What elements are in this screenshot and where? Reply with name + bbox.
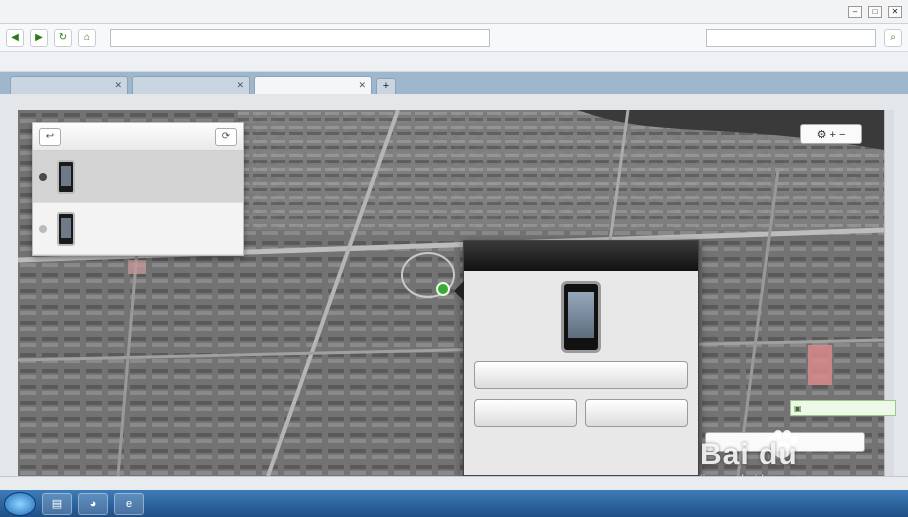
favorites-bar <box>0 52 908 72</box>
qq-penguin-icon[interactable]: ◕ <box>78 492 108 515</box>
page-scrollbar[interactable] <box>884 110 894 476</box>
maximize-icon[interactable]: □ <box>868 5 882 18</box>
online-status-icon <box>39 172 47 181</box>
ie-browser-icon[interactable]: e <box>114 492 144 515</box>
browser-statusbar <box>0 476 908 490</box>
iphone-icon <box>57 211 75 246</box>
navigation-bar: ◀ ▶ ↻ ⌂ ⌕ <box>0 24 908 52</box>
browser-tab[interactable]: ✕ <box>132 76 250 94</box>
minimize-icon[interactable]: – <box>848 5 862 18</box>
chat-notification[interactable]: ▣ <box>790 400 896 416</box>
location-pin-icon[interactable] <box>436 282 450 296</box>
close-tab-icon[interactable]: ✕ <box>114 80 122 91</box>
iphone-icon <box>57 159 75 194</box>
close-tab-icon[interactable]: ✕ <box>358 80 366 91</box>
start-button[interactable] <box>4 491 36 516</box>
windows-taskbar: ▤ ◕ e <box>0 490 908 517</box>
browser-titlebar: – □ ✕ <box>0 0 908 24</box>
device-item[interactable] <box>33 151 243 203</box>
refresh-icon[interactable]: ↻ <box>54 28 72 47</box>
chat-icon: ▣ <box>794 403 802 413</box>
device-item[interactable] <box>33 203 243 255</box>
refresh-icon[interactable]: ⟳ <box>215 127 237 146</box>
lost-mode-button[interactable] <box>474 399 577 427</box>
explorer-icon[interactable]: ▤ <box>42 492 72 515</box>
offline-status-icon <box>39 224 47 233</box>
play-sound-button[interactable] <box>474 361 688 389</box>
search-input[interactable] <box>706 28 876 47</box>
new-tab-button[interactable]: + <box>376 78 396 94</box>
forward-icon[interactable]: ▶ <box>30 28 48 47</box>
iphone-icon <box>561 281 601 353</box>
browser-tab-active[interactable]: ✕ <box>254 76 372 94</box>
home-icon[interactable]: ⌂ <box>78 28 96 47</box>
popup-title <box>464 241 698 271</box>
search-icon[interactable]: ⌕ <box>884 28 902 47</box>
baidu-watermark: Bai du <box>700 438 798 471</box>
erase-device-button[interactable] <box>585 399 688 427</box>
address-bar[interactable] <box>110 28 490 47</box>
device-list-panel: ↩ ⟳ <box>32 122 244 256</box>
device-info-popup <box>454 240 699 476</box>
close-icon[interactable]: ✕ <box>888 5 902 18</box>
close-tab-icon[interactable]: ✕ <box>236 80 244 91</box>
back-icon[interactable]: ↩ <box>39 127 61 146</box>
tab-bar: ✕ ✕ ✕ + <box>0 72 908 94</box>
back-icon[interactable]: ◀ <box>6 28 24 47</box>
device-list-header: ↩ ⟳ <box>33 123 243 151</box>
map-zoom-control[interactable]: ⚙ + − <box>800 124 862 144</box>
browser-tab[interactable]: ✕ <box>10 76 128 94</box>
